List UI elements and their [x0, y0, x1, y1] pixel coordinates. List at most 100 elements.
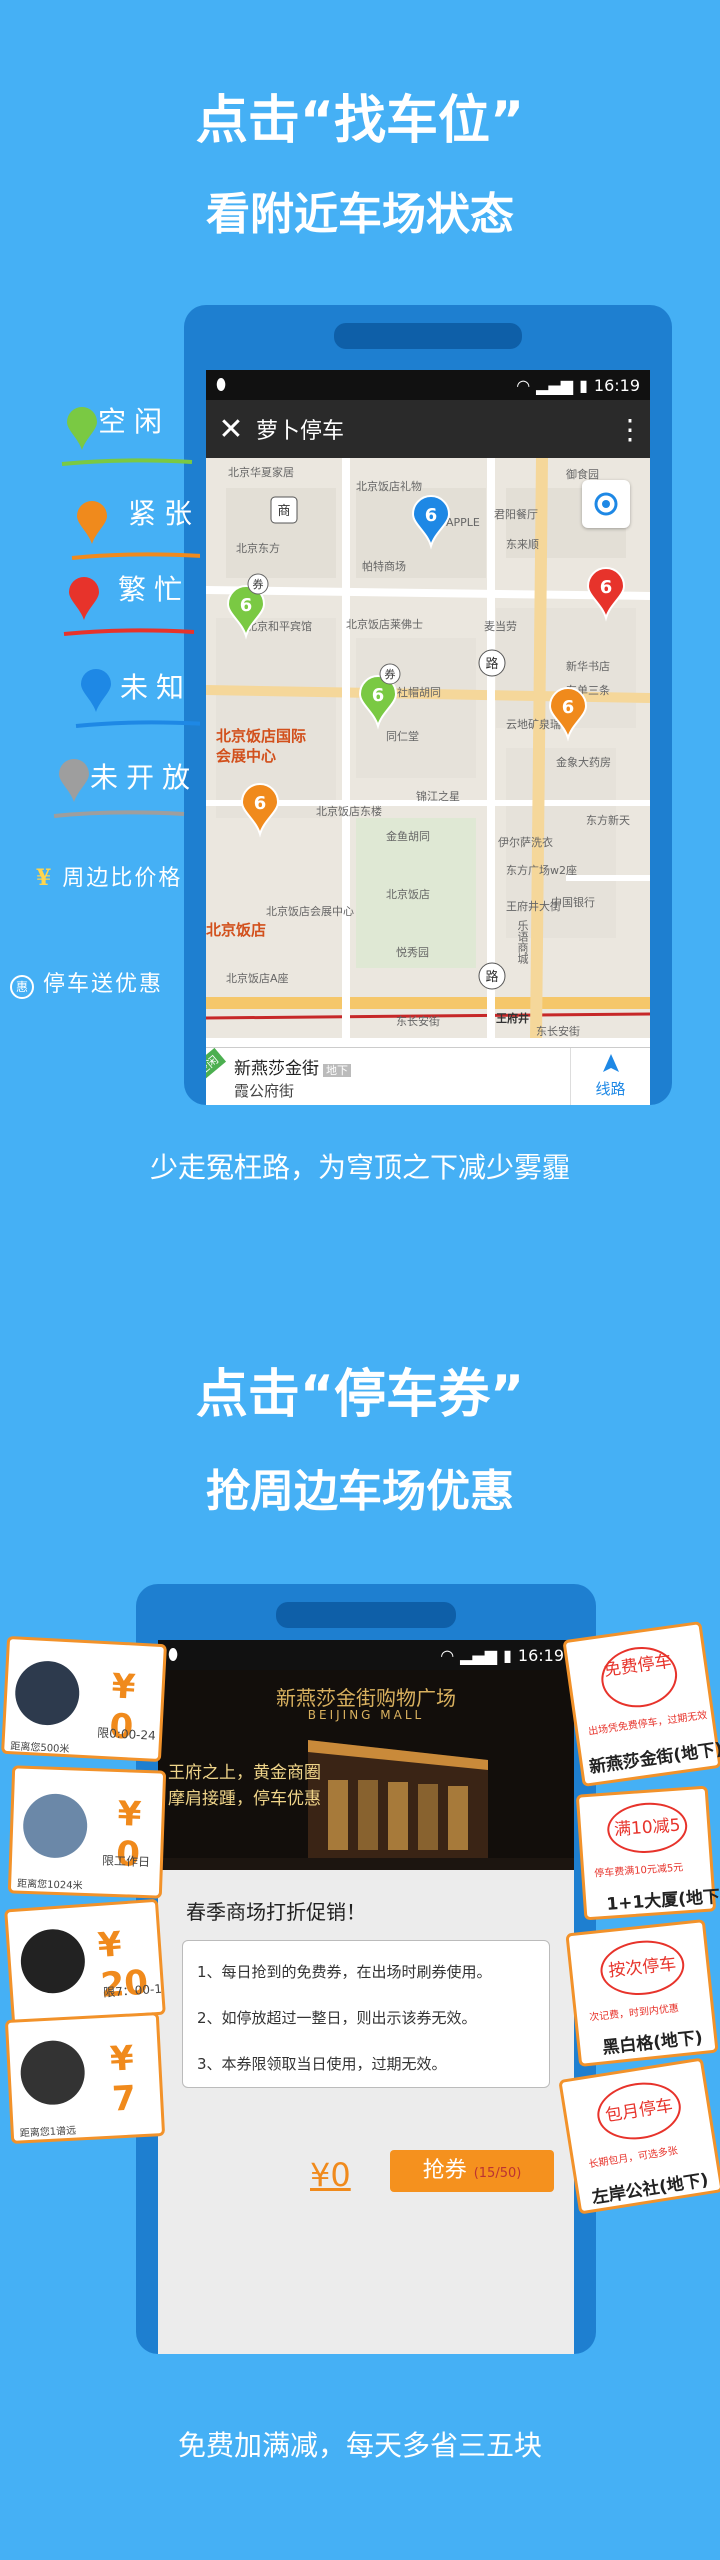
phone-speaker	[276, 1602, 456, 1628]
coupon-card[interactable]: ¥ 0 限0:00-24 距离您500米	[1, 1635, 167, 1763]
route-button[interactable]: 线路	[570, 1048, 650, 1105]
coupon-price: ¥0	[310, 2156, 351, 2194]
coupon-rules: 1、每日抢到的免费券，在出场时刷券使用。 2、如停放超过一整日，则出示该券无效。…	[182, 1940, 550, 2088]
mall-brand: 新燕莎金街购物广场	[276, 1686, 456, 1710]
coupon-stamp: 按次停车	[597, 1936, 687, 2000]
parking-pin[interactable]: 6	[548, 687, 588, 742]
wechat-icon: ⬮	[168, 1645, 179, 1664]
battery-icon: ▮	[579, 375, 588, 395]
slogan-line: 摩肩接踵，停车优惠	[168, 1789, 321, 1809]
mall-banner: 新燕莎金街购物广场 BEIJING MALL 王府之上，黄金商圈 摩肩接踵，停车…	[158, 1670, 574, 1870]
promo-title: 春季商场打折促销！	[186, 1900, 366, 1924]
status-flag: 空闲	[206, 1047, 227, 1083]
marker-label: 路	[485, 969, 498, 985]
wechat-icon: ⬮	[216, 375, 227, 394]
phone-frame-2: ⬮ ◠ ▂▄▆ ▮ 16:19 新燕莎金街购物广场 BEIJING MALL 王…	[136, 1584, 596, 2354]
parking-tag: 地下	[323, 1064, 351, 1077]
parking-detail-sheet[interactable]: 空闲 新燕莎金街 地下 霞公府街 线路	[206, 1047, 650, 1105]
pin-count: 6	[425, 505, 438, 526]
phone-speaker	[334, 323, 522, 349]
coupon-stamp: 包月停车	[593, 2076, 685, 2146]
signal-icon: ▂▄▆	[460, 1645, 498, 1665]
legend-label: 空闲	[98, 405, 171, 438]
pin-count: 6	[254, 793, 267, 814]
coupon-parking-name: 新燕莎金街(地下)	[587, 1739, 720, 1778]
section1-caption: 少走冤枉路，为穹顶之下减少雾霾	[149, 1151, 570, 1184]
parking-name: 新燕莎金街 地下	[234, 1054, 351, 1079]
coupon-card[interactable]: 免费停车 出场凭免费停车，过期无效 新燕莎金街(地下)	[562, 1620, 720, 1788]
section2-headline: 点击“停车券”	[195, 1365, 525, 1425]
signal-icon: ▂▄▆	[536, 375, 574, 395]
legend-label: ¥ 周边比价格	[36, 860, 182, 892]
yen-icon: ¥	[36, 865, 54, 891]
coupon-distance: 距离您1024米	[16, 1878, 83, 1892]
map-marker[interactable]: 路	[478, 962, 506, 990]
coupon-note: 停车费满10元减5元	[593, 1862, 684, 1880]
coupon-stamp: 满10减5	[605, 1800, 689, 1856]
marker-label: 路	[485, 656, 498, 672]
parking-address: 霞公府街	[234, 1082, 295, 1100]
slogan-line: 王府之上，黄金商圈	[168, 1763, 321, 1783]
banner-slogan: 王府之上，黄金商圈 摩肩接踵，停车优惠	[168, 1760, 321, 1812]
coupon-value: ¥ 7	[109, 2038, 137, 2120]
coupon-distance: 距离您500米	[10, 1741, 70, 1756]
rule-item: 3、本券限领取当日使用，过期无效。	[197, 2055, 447, 2073]
pin-count: 6	[372, 685, 385, 706]
section2-subheadline: 抢周边车场优惠	[206, 1466, 514, 1517]
phone-frame-1: ⬮ ◠ ▂▄▆ ▮ 16:19 ✕ 萝卜停车 ⋮ 北京华夏家居 北京饭店礼物 A…	[184, 305, 672, 1105]
coupon-parking-name: 1+1大厦(地下)	[605, 1886, 720, 1915]
section2-caption: 免费加满减，每天多省三五块	[177, 2429, 542, 2462]
coupon-note: 限工作日	[101, 1853, 151, 1870]
coupon-card[interactable]: 满10减5 停车费满10元减5元 1+1大厦(地下)	[575, 1785, 720, 1921]
parking-pin[interactable]: 6券	[358, 663, 401, 730]
status-bar: ⬮ ◠ ▂▄▆ ▮ 16:19	[158, 1640, 574, 1670]
grab-count: (15/50)	[473, 2166, 522, 2181]
parking-pin[interactable]: 6	[240, 783, 280, 838]
parking-pins[interactable]: 66券 66券66商路路	[206, 458, 650, 1038]
coupon-note: 次记费，时到内优惠	[588, 2003, 680, 2024]
coupon-note: 长期包月，可选多张	[588, 2145, 679, 2171]
map-marker[interactable]: 商	[270, 496, 298, 524]
coupon-note: 出场凭免费停车，过期无效	[587, 1710, 709, 1738]
wifi-icon: ◠	[516, 375, 531, 395]
coupon-card[interactable]: ¥ 20 限7：00-1	[4, 1898, 166, 2026]
route-label: 线路	[595, 1080, 626, 1098]
map-marker[interactable]: 路	[478, 649, 506, 677]
close-icon[interactable]: ✕	[206, 412, 256, 447]
parking-name-text: 新燕莎金街	[234, 1059, 319, 1079]
legend-label-text: 停车送优惠	[43, 972, 164, 997]
phone-screen-1: ⬮ ◠ ▂▄▆ ▮ 16:19 ✕ 萝卜停车 ⋮ 北京华夏家居 北京饭店礼物 A…	[206, 370, 650, 1105]
app-title: 萝卜停车	[256, 419, 345, 444]
phone-screen-2: ⬮ ◠ ▂▄▆ ▮ 16:19 新燕莎金街购物广场 BEIJING MALL 王…	[158, 1640, 574, 2354]
pin-count: 6	[562, 697, 575, 718]
coupon-card[interactable]: 包月停车 长期包月，可选多张 左岸公社(地下)	[558, 2057, 720, 2215]
coupon-card[interactable]: ¥ 7 距离您1谱远	[4, 2012, 166, 2144]
section1-subheadline: 看附近车场状态	[206, 189, 514, 240]
grab-label: 抢券	[422, 2158, 467, 2183]
parking-thumbnail	[13, 1659, 81, 1727]
legend-label: 未知	[120, 671, 193, 704]
legend-label: 紧张	[128, 497, 201, 530]
status-legend	[53, 407, 200, 818]
more-menu-icon[interactable]: ⋮	[610, 413, 650, 446]
status-bar: ⬮ ◠ ▂▄▆ ▮ 16:19	[206, 370, 650, 400]
parking-map[interactable]: 北京华夏家居 北京饭店礼物 APPLE 君阳餐厅 东来顺 御食园 北京东方 帕特…	[206, 458, 650, 1038]
legend-label: 未开放	[90, 761, 199, 794]
legend-label: 繁忙	[118, 573, 191, 606]
parking-pin[interactable]: 6券	[226, 573, 269, 640]
gift-icon: 惠	[10, 975, 34, 999]
coupon-card[interactable]: ¥ 0 限工作日 距离您1024米	[7, 1765, 167, 1899]
section1-headline: 点击“找车位”	[195, 91, 525, 151]
mall-brand-en: BEIJING MALL	[307, 1708, 425, 1722]
grab-coupon-button[interactable]: 抢券 (15/50)	[390, 2150, 554, 2192]
parking-pin[interactable]: 6	[411, 495, 451, 550]
status-time: 16:19	[593, 375, 640, 395]
legend-label-text: 周边比价格	[62, 866, 183, 891]
coupon-card[interactable]: 按次停车 次记费，时到内优惠 黑白格(地下)	[565, 1919, 719, 2067]
battery-icon: ▮	[503, 1645, 512, 1665]
parking-thumbnail	[22, 1792, 89, 1859]
parking-pin[interactable]: 6	[586, 567, 626, 622]
app-bar: ✕ 萝卜停车 ⋮	[206, 400, 650, 458]
status-time: 16:19	[517, 1645, 564, 1665]
rule-item: 1、每日抢到的免费券，在出场时刷券使用。	[197, 1963, 492, 1981]
